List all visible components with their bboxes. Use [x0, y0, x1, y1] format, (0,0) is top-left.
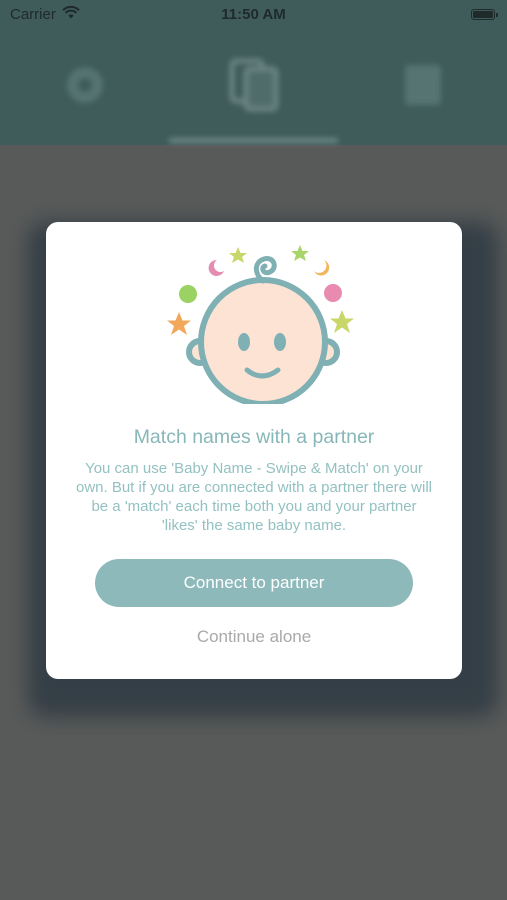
partner-dialog: Match names with a partner You can use '…: [46, 222, 462, 679]
dialog-description: You can use 'Baby Name - Swipe & Match' …: [75, 460, 433, 534]
battery-icon: [471, 8, 498, 20]
continue-alone-button[interactable]: Continue alone: [197, 627, 311, 647]
baby-face-illustration: [154, 244, 354, 407]
carrier-label: Carrier: [10, 5, 56, 23]
tab-bar: [0, 40, 507, 135]
tab-swipe[interactable]: [224, 58, 284, 118]
tab-settings[interactable]: [55, 58, 115, 118]
status-bar: Carrier 11:50 AM: [0, 0, 507, 28]
wifi-icon: [62, 5, 80, 23]
list-icon: [397, 59, 449, 116]
settings-icon: [59, 59, 111, 116]
tab-list[interactable]: [393, 58, 453, 118]
connect-to-partner-button[interactable]: Connect to partner: [95, 559, 413, 607]
tab-indicator: [169, 138, 338, 143]
swipe-cards-icon: [224, 55, 284, 120]
dialog-title: Match names with a partner: [133, 426, 375, 448]
screen: Carrier 11:50 AM Match names with a part…: [0, 0, 507, 900]
status-left: Carrier: [10, 5, 80, 23]
